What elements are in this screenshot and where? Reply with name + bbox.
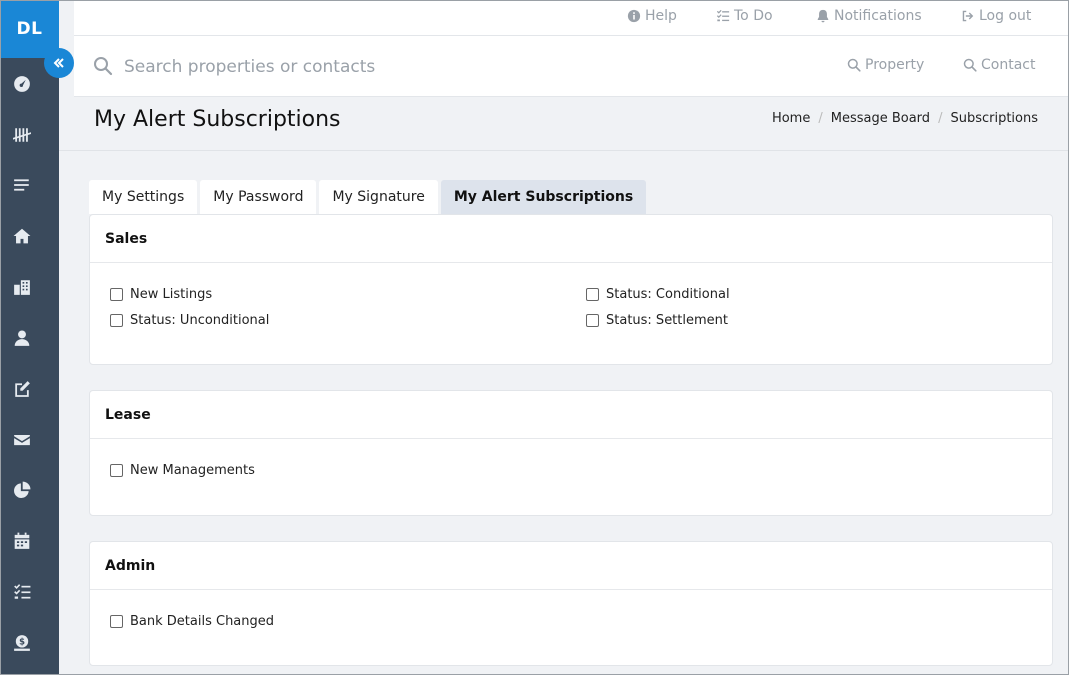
- breadcrumb-home[interactable]: Home: [772, 111, 810, 126]
- breadcrumb-separator: /: [938, 111, 943, 126]
- checkbox-label: Status: Conditional: [606, 287, 730, 302]
- checkbox-new-listings[interactable]: New Listings: [110, 287, 212, 302]
- page-title: My Alert Subscriptions: [94, 107, 341, 132]
- help-link[interactable]: Help: [627, 8, 677, 24]
- checkbox-bank-details-changed[interactable]: Bank Details Changed: [110, 614, 274, 629]
- todo-link[interactable]: To Do: [716, 8, 773, 24]
- search-contact-label: Contact: [981, 57, 1036, 73]
- checkbox-box[interactable]: [586, 288, 599, 301]
- bell-icon: [817, 9, 829, 23]
- checkbox-box[interactable]: [110, 615, 123, 628]
- page-header: My Alert Subscriptions Home / Message Bo…: [59, 97, 1068, 151]
- breadcrumb: Home / Message Board / Subscriptions: [772, 111, 1038, 126]
- user-icon[interactable]: [9, 325, 35, 351]
- checkbox-status-settlement[interactable]: Status: Settlement: [586, 313, 728, 328]
- checkbox-label: New Listings: [130, 287, 213, 302]
- search-contact-button[interactable]: Contact: [963, 57, 1035, 73]
- todo-label: To Do: [734, 8, 773, 24]
- tab-my-settings[interactable]: My Settings: [89, 180, 198, 214]
- checkbox-label: New Managements: [130, 463, 255, 478]
- checkbox-label: Status: Settlement: [606, 313, 728, 328]
- notifications-link[interactable]: Notifications: [816, 8, 922, 24]
- admin-panel-title: Admin: [90, 542, 1052, 590]
- breadcrumb-separator: /: [818, 111, 823, 126]
- calendar-icon[interactable]: [9, 528, 35, 554]
- logout-label: Log out: [979, 8, 1032, 24]
- list-icon[interactable]: [9, 172, 35, 198]
- breadcrumb-subscriptions: Subscriptions: [950, 111, 1038, 126]
- settings-tabs: My Settings My Password My Signature My …: [89, 180, 647, 214]
- sales-panel: Sales New Listings Status: Unconditional…: [89, 214, 1053, 365]
- search-icon: [963, 58, 977, 72]
- search-input[interactable]: [124, 53, 604, 81]
- admin-panel: Admin Bank Details Changed: [89, 541, 1053, 666]
- checklist-icon: [716, 9, 730, 22]
- info-icon: [627, 9, 641, 23]
- notifications-label: Notifications: [834, 8, 922, 24]
- dashboard-gauge-icon[interactable]: [9, 71, 35, 97]
- svg-text:$: $: [19, 636, 25, 646]
- checkbox-box[interactable]: [110, 288, 123, 301]
- double-chevron-left-icon: [53, 58, 64, 68]
- checkbox-box[interactable]: [110, 314, 123, 327]
- money-icon[interactable]: $: [9, 630, 35, 656]
- lease-panel: Lease New Managements: [89, 390, 1053, 516]
- checkbox-status-conditional[interactable]: Status: Conditional: [586, 287, 730, 302]
- search-icon: [94, 57, 113, 76]
- sidebar: DL $: [0, 0, 59, 675]
- checkbox-box[interactable]: [110, 464, 123, 477]
- checkbox-status-unconditional[interactable]: Status: Unconditional: [110, 313, 269, 328]
- sidebar-collapse-button[interactable]: [44, 48, 74, 78]
- top-bar: Help To Do Notifications Log out: [74, 0, 1068, 36]
- help-label: Help: [645, 8, 677, 24]
- checkbox-label: Bank Details Changed: [130, 614, 275, 629]
- edit-icon[interactable]: [9, 376, 35, 402]
- breadcrumb-message-board[interactable]: Message Board: [831, 111, 930, 126]
- logout-link[interactable]: Log out: [961, 8, 1031, 24]
- lease-panel-title: Lease: [90, 391, 1052, 439]
- checkbox-label: Status: Unconditional: [130, 313, 270, 328]
- tasks-icon[interactable]: [9, 579, 35, 605]
- tab-my-password[interactable]: My Password: [200, 180, 317, 214]
- search-icon: [847, 58, 861, 72]
- tab-my-alert-subscriptions[interactable]: My Alert Subscriptions: [440, 180, 647, 214]
- checkbox-box[interactable]: [586, 314, 599, 327]
- pie-chart-icon[interactable]: [9, 477, 35, 503]
- tab-my-signature[interactable]: My Signature: [319, 180, 438, 214]
- sign-out-icon: [962, 10, 974, 22]
- envelope-icon[interactable]: [9, 427, 35, 453]
- home-icon[interactable]: [9, 223, 35, 249]
- sales-panel-title: Sales: [90, 215, 1052, 263]
- checkbox-new-managements[interactable]: New Managements: [110, 463, 255, 478]
- tally-icon[interactable]: [9, 122, 35, 148]
- search-bar: Property Contact: [74, 36, 1068, 97]
- search-property-label: Property: [865, 57, 925, 73]
- search-property-button[interactable]: Property: [847, 57, 924, 73]
- building-icon[interactable]: [9, 274, 35, 300]
